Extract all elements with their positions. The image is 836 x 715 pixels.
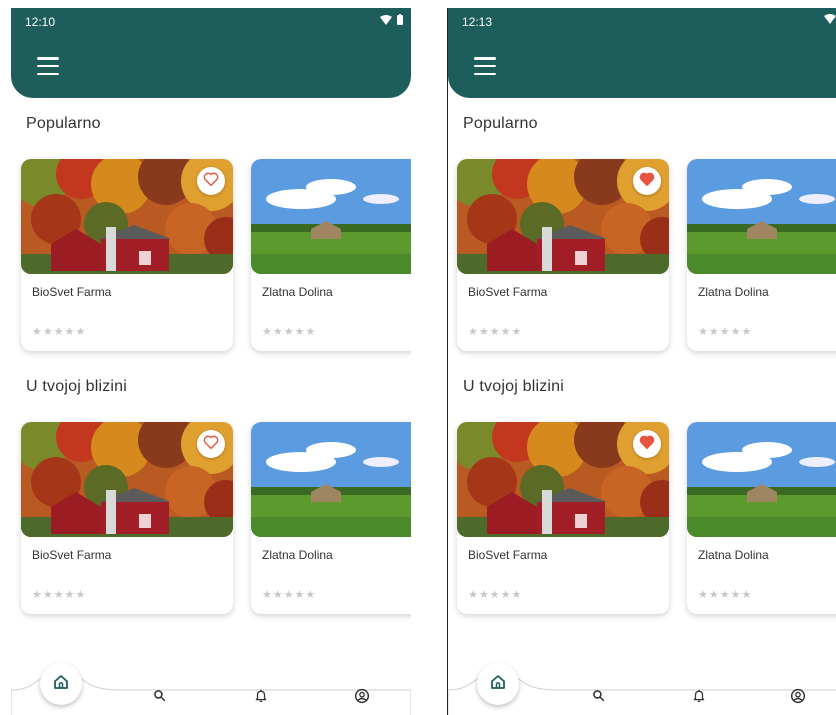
rating-stars: ★★★★★ [32, 326, 87, 338]
status-icons [380, 14, 403, 25]
rating-stars: ★★★★★ [698, 326, 753, 338]
farm-card[interactable]: Zlatna Dolina ★★★★★ [251, 422, 411, 614]
rating-stars: ★★★★★ [468, 326, 523, 338]
search-icon [592, 689, 605, 707]
bell-icon [254, 688, 268, 708]
phone-screen-right: 12:13 Popularno BioSvet Farma ★★★★★ Zlat… [447, 8, 836, 715]
farm-card[interactable]: BioSvet Farma ★★★★★ [21, 422, 233, 614]
farm-name: Zlatna Dolina [262, 285, 333, 299]
rating-stars: ★★★★★ [698, 589, 753, 601]
farm-image-field [687, 422, 836, 537]
farm-name: BioSvet Farma [32, 548, 112, 562]
rating-stars: ★★★★★ [262, 326, 317, 338]
favorite-button[interactable] [197, 167, 225, 195]
farm-card[interactable]: Zlatna Dolina ★★★★★ [687, 159, 836, 351]
farm-name: BioSvet Farma [468, 285, 548, 299]
farm-card[interactable]: BioSvet Farma ★★★★★ [457, 422, 669, 614]
status-time: 12:10 [25, 15, 56, 29]
favorite-button[interactable] [197, 430, 225, 458]
nav-search-button[interactable] [588, 688, 608, 708]
farm-name: Zlatna Dolina [698, 285, 769, 299]
heart-icon [203, 435, 219, 454]
phone-screen-left: 12:10 Popularno BioSvet Farma ★★★★★ Zlat… [11, 8, 411, 715]
farm-name: BioSvet Farma [468, 548, 548, 562]
wifi-icon [824, 14, 836, 24]
nav-search-button[interactable] [149, 688, 169, 708]
nav-profile-button[interactable] [788, 688, 808, 708]
farm-card[interactable]: BioSvet Farma ★★★★★ [457, 159, 669, 351]
nav-home-button[interactable] [40, 663, 82, 705]
farm-image-field [687, 159, 836, 274]
home-icon [52, 673, 70, 696]
farm-image-field [251, 159, 411, 274]
nav-notifications-button[interactable] [689, 688, 709, 708]
farm-card[interactable]: BioSvet Farma ★★★★★ [21, 159, 233, 351]
status-icons [824, 14, 836, 24]
section-title-nearby: U tvojoj blizini [26, 378, 128, 395]
section-title-popular: Popularno [463, 115, 538, 132]
nav-notifications-button[interactable] [251, 688, 271, 708]
farm-image-field [251, 422, 411, 537]
farm-name: Zlatna Dolina [698, 548, 769, 562]
section-title-popular: Popularno [26, 115, 101, 132]
menu-icon[interactable] [37, 57, 59, 75]
rating-stars: ★★★★★ [468, 589, 523, 601]
heart-icon [639, 435, 655, 454]
section-title-nearby: U tvojoj blizini [463, 378, 565, 395]
app-bar: 12:13 [448, 8, 836, 98]
wifi-icon [380, 14, 392, 25]
bell-icon [692, 688, 706, 708]
menu-icon[interactable] [474, 57, 496, 75]
rating-stars: ★★★★★ [32, 589, 87, 601]
search-icon [153, 689, 166, 707]
app-bar: 12:10 [11, 8, 411, 98]
favorite-button[interactable] [633, 167, 661, 195]
nav-home-button[interactable] [477, 663, 519, 705]
favorite-button[interactable] [633, 430, 661, 458]
farm-name: BioSvet Farma [32, 285, 112, 299]
nav-profile-button[interactable] [352, 688, 372, 708]
status-time: 12:13 [462, 15, 493, 29]
farm-name: Zlatna Dolina [262, 548, 333, 562]
heart-icon [203, 172, 219, 191]
battery-icon [397, 14, 403, 25]
home-icon [489, 673, 507, 696]
farm-card[interactable]: Zlatna Dolina ★★★★★ [251, 159, 411, 351]
user-circle-icon [354, 688, 370, 709]
heart-icon [639, 172, 655, 191]
user-circle-icon [790, 688, 806, 709]
farm-card[interactable]: Zlatna Dolina ★★★★★ [687, 422, 836, 614]
rating-stars: ★★★★★ [262, 589, 317, 601]
